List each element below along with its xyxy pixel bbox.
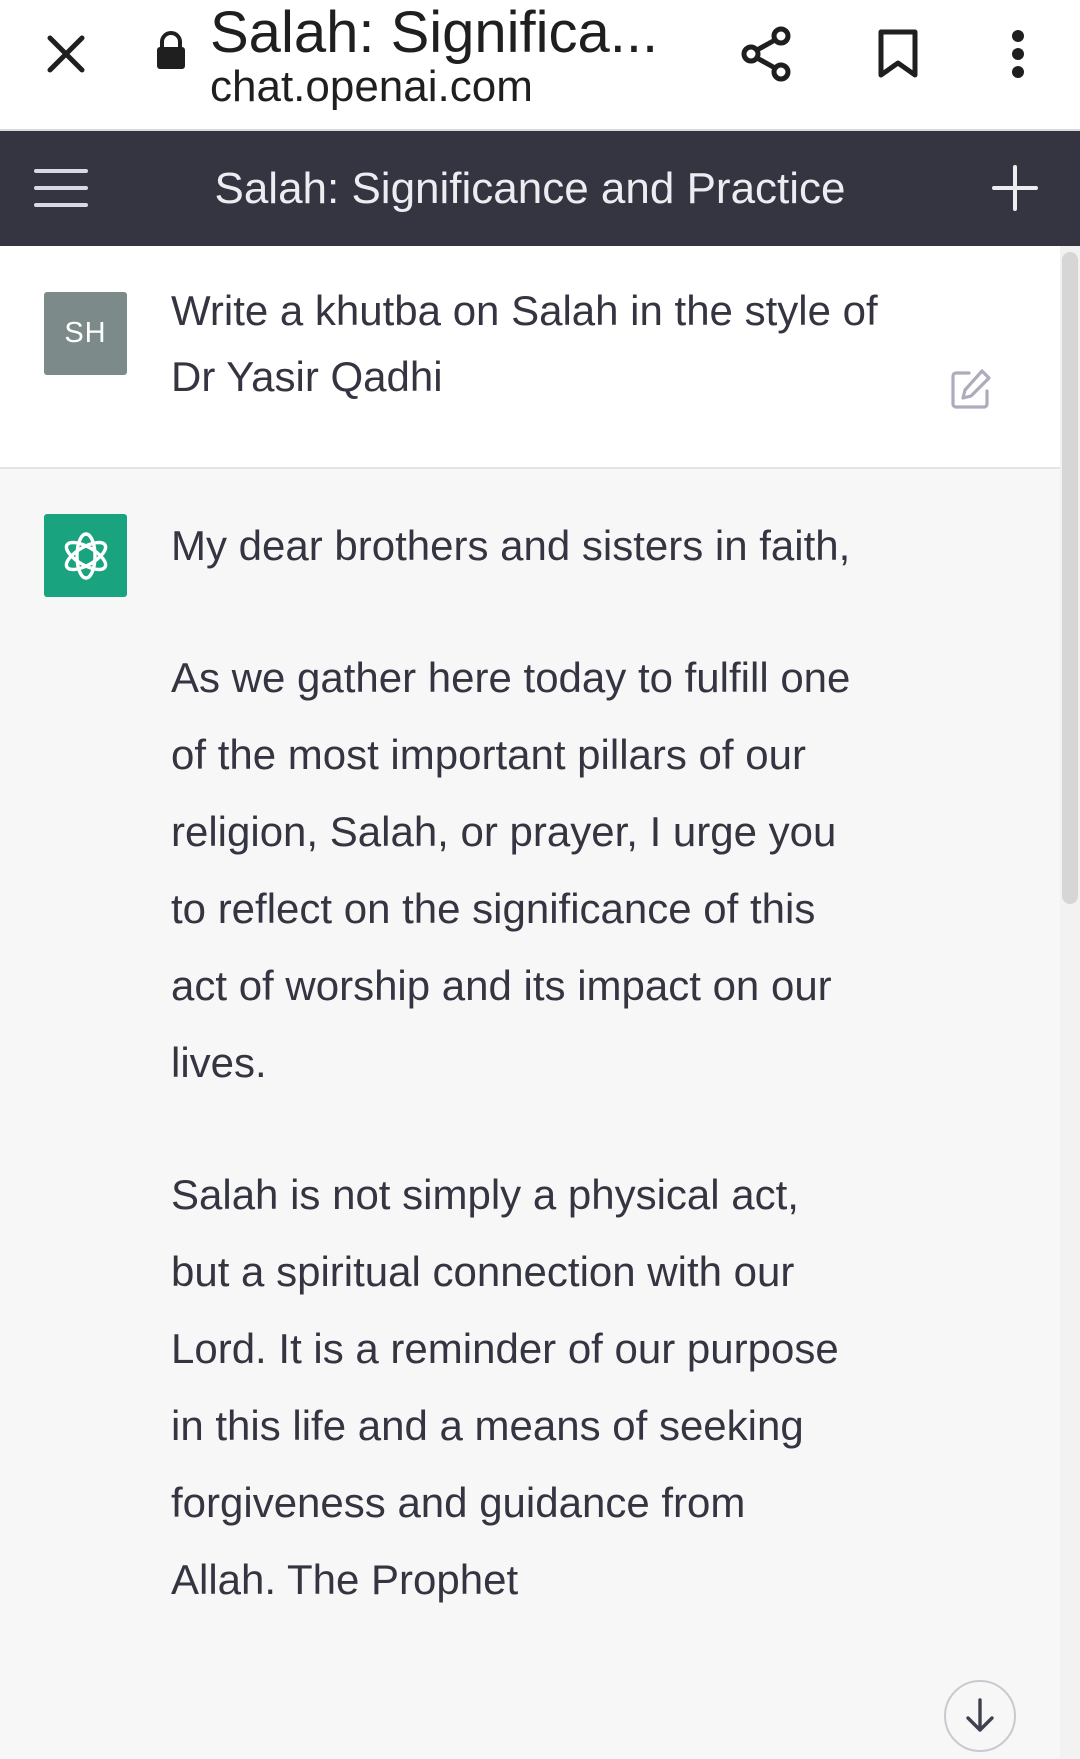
assistant-message-text: My dear brothers and sisters in faith, A… [171,507,851,1673]
conversation-thread: SH Write a khutba on Salah in the style … [0,246,1060,1759]
edit-icon[interactable] [946,364,996,414]
assistant-paragraph: My dear brothers and sisters in faith, [171,522,851,569]
scrollbar-thumb[interactable] [1062,252,1078,904]
lock-icon [150,30,192,72]
page-title: Salah: Significa... [210,0,659,65]
scroll-down-button[interactable] [944,1680,1016,1752]
assistant-paragraph: As we gather here today to fulfill one o… [171,654,851,1086]
user-message: SH Write a khutba on Salah in the style … [0,246,1060,469]
bookmark-icon[interactable] [868,24,928,84]
browser-toolbar: Salah: Significa... chat.openai.com [0,0,1080,131]
plus-icon[interactable] [984,157,1046,219]
domain-text: chat.openai.com [210,62,533,111]
conversation-title: Salah: Significance and Practice [214,164,846,213]
user-message-text: Write a khutba on Salah in the style of … [171,287,878,400]
close-icon[interactable] [38,26,94,82]
chat-header: Salah: Significance and Practice [0,131,1080,246]
more-vert-icon[interactable] [988,24,1048,84]
share-icon[interactable] [736,24,796,84]
url-area[interactable]: Salah: Significa... chat.openai.com [210,0,690,120]
assistant-paragraph: Salah is not simply a physical act, but … [171,1171,839,1603]
menu-icon[interactable] [28,157,94,219]
user-avatar: SH [44,292,127,375]
chatgpt-logo-icon [44,514,127,597]
assistant-message: My dear brothers and sisters in faith, A… [0,469,1060,1759]
arrow-down-icon [966,1698,994,1732]
